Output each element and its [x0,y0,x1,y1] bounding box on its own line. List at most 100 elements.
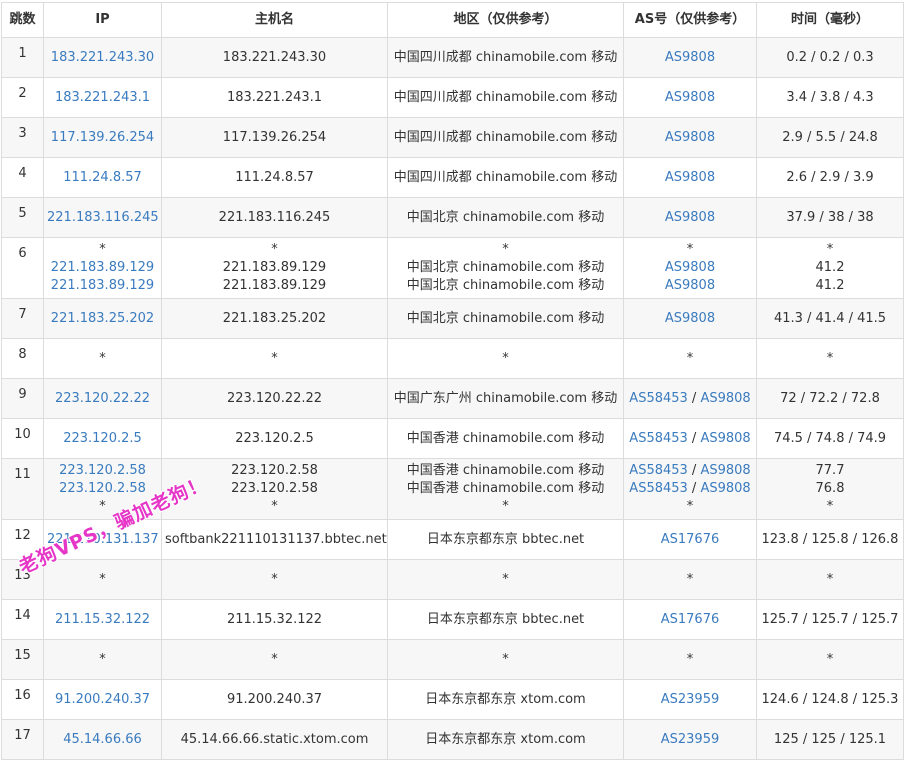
ip-cell: 111.24.8.57 [43,157,162,198]
as-link[interactable]: AS9808 [700,431,750,446]
region-cell: * [387,338,624,379]
as-link[interactable]: AS9808 [665,50,715,65]
as-link[interactable]: AS9808 [665,170,715,185]
ip-text: * [99,571,106,587]
time-text: 41.2 [815,260,845,275]
region-text: 中国四川成都 chinamobile.com 移动 [393,129,618,145]
table-row: 15 * * * * * [1,639,904,680]
header-region: 地区（仅供参考） [387,2,624,38]
region-cell: 中国香港 chinamobile.com 移动 [387,418,624,459]
hostname-cell: * [161,338,388,379]
ip-cell: 183.221.243.1 [43,77,162,118]
as-line: * [627,241,753,259]
hostname-text: 91.200.240.37 [226,691,323,707]
as-link[interactable]: AS9808 [665,90,715,105]
hostname-text: * [271,242,278,257]
as-link[interactable]: AS17676 [661,612,720,627]
ip-cell: 223.120.2.5 [43,418,162,459]
time-cell: 125.7 / 125.7 / 125.7 [756,599,904,640]
time-cell: 37.9 / 38 / 38 [756,197,904,238]
ip-link[interactable]: 223.120.2.5 [47,430,158,448]
hostname-cell: 91.200.240.37 [161,679,388,720]
time-text: * [826,651,834,667]
time-text: 125.7 / 125.7 / 125.7 [761,611,899,627]
ip-link[interactable]: 223.120.22.22 [47,390,158,408]
as-line: AS9808 [627,129,753,147]
region-cell: 中国广东广州 chinamobile.com 移动 [387,378,624,419]
ip-link[interactable]: 223.120.2.58 [47,462,158,480]
ip-link[interactable]: 183.221.243.1 [47,89,158,107]
ip-text: * [99,651,106,667]
ip-cell: 211.15.32.122 [43,599,162,640]
hop-number: 15 [1,639,44,680]
as-text: * [686,499,694,514]
ip-link[interactable]: 91.200.240.37 [47,691,158,709]
as-link[interactable]: AS58453 [629,431,688,446]
as-cell: AS17676 [623,519,757,560]
time-cell: 41.3 / 41.4 / 41.5 [756,298,904,339]
table-row: 13 * * * * * [1,559,904,600]
time-cell: * [756,338,904,379]
ip-cell: * [43,639,162,680]
as-link[interactable]: AS23959 [661,692,720,707]
as-link[interactable]: AS58453 [629,463,688,478]
hostname-text: * [271,571,278,587]
as-line: AS9808 [627,209,753,227]
region-text: 中国北京 chinamobile.com 移动 [406,260,605,275]
region-cell: * [387,639,624,680]
ip-link[interactable]: 45.14.66.66 [47,731,158,749]
region-text: 中国北京 chinamobile.com 移动 [406,310,605,326]
time-text: 123.8 / 125.8 / 126.8 [761,531,899,547]
as-cell: AS9808 [623,117,757,158]
as-link[interactable]: AS17676 [661,532,720,547]
hostname-cell: 45.14.66.66.static.xtom.com [161,719,388,760]
hostname-text: * [271,499,278,514]
as-link[interactable]: AS9808 [665,311,715,326]
ip-link[interactable]: 221.183.89.129 [47,277,158,295]
time-cell: 77.7 76.8 * [756,458,904,520]
hop-number: 7 [1,298,44,339]
as-cell: * AS9808 AS9808 [623,237,757,299]
as-text: * [686,571,694,587]
ip-link[interactable]: 211.15.32.122 [47,611,158,629]
ip-link[interactable]: 117.139.26.254 [47,129,158,147]
table-row: 7 221.183.25.202 221.183.25.202 中国北京 chinam… [1,298,904,339]
region-cell: 日本东京都东京 xtom.com [387,719,624,760]
ip-link[interactable]: 183.221.243.30 [47,49,158,67]
as-link[interactable]: AS9808 [700,481,750,496]
as-link[interactable]: AS58453 [629,481,688,496]
as-link[interactable]: AS9808 [665,210,715,225]
hostname-cell: 221.183.25.202 [161,298,388,339]
region-text: * [502,651,509,667]
as-link[interactable]: AS9808 [700,463,750,478]
ip-link[interactable]: 221.183.116.245 [47,209,159,227]
time-text: 2.9 / 5.5 / 24.8 [782,129,878,145]
as-link[interactable]: AS58453 [629,391,688,406]
time-text: 41.3 / 41.4 / 41.5 [773,310,887,326]
region-text: 中国北京 chinamobile.com 移动 [406,278,605,293]
region-cell: 中国香港 chinamobile.com 移动 中国香港 chinamobile.… [387,458,624,520]
ip-cell: * [43,559,162,600]
as-cell: * [623,338,757,379]
hostname-cell: * [161,639,388,680]
as-link[interactable]: AS23959 [661,732,720,747]
time-text: 76.8 [815,481,845,496]
region-cell: 中国四川成都 chinamobile.com 移动 [387,37,624,78]
as-line: AS58453 / AS9808 [627,480,753,498]
as-link[interactable]: AS9808 [665,278,715,293]
ip-link[interactable]: 111.24.8.57 [47,169,158,187]
table-row: 17 45.14.66.66 45.14.66.66.static.xtom.com… [1,719,904,760]
ip-cell: 117.139.26.254 [43,117,162,158]
table-row: 8 * * * * * [1,338,904,379]
hostname-cell: 223.120.2.5 [161,418,388,459]
as-text: * [686,651,694,667]
ip-link[interactable]: 221.183.89.129 [47,259,158,277]
as-link[interactable]: AS9808 [700,391,750,406]
time-text: * [826,571,834,587]
as-link[interactable]: AS9808 [665,260,715,275]
hostname-text: 183.221.243.30 [222,49,327,65]
ip-link[interactable]: 221.183.25.202 [47,310,158,328]
as-link[interactable]: AS9808 [665,130,715,145]
header-hop: 跳数 [1,2,44,38]
table-row: 2 183.221.243.1 183.221.243.1 中国四川成都 chinam… [1,77,904,118]
